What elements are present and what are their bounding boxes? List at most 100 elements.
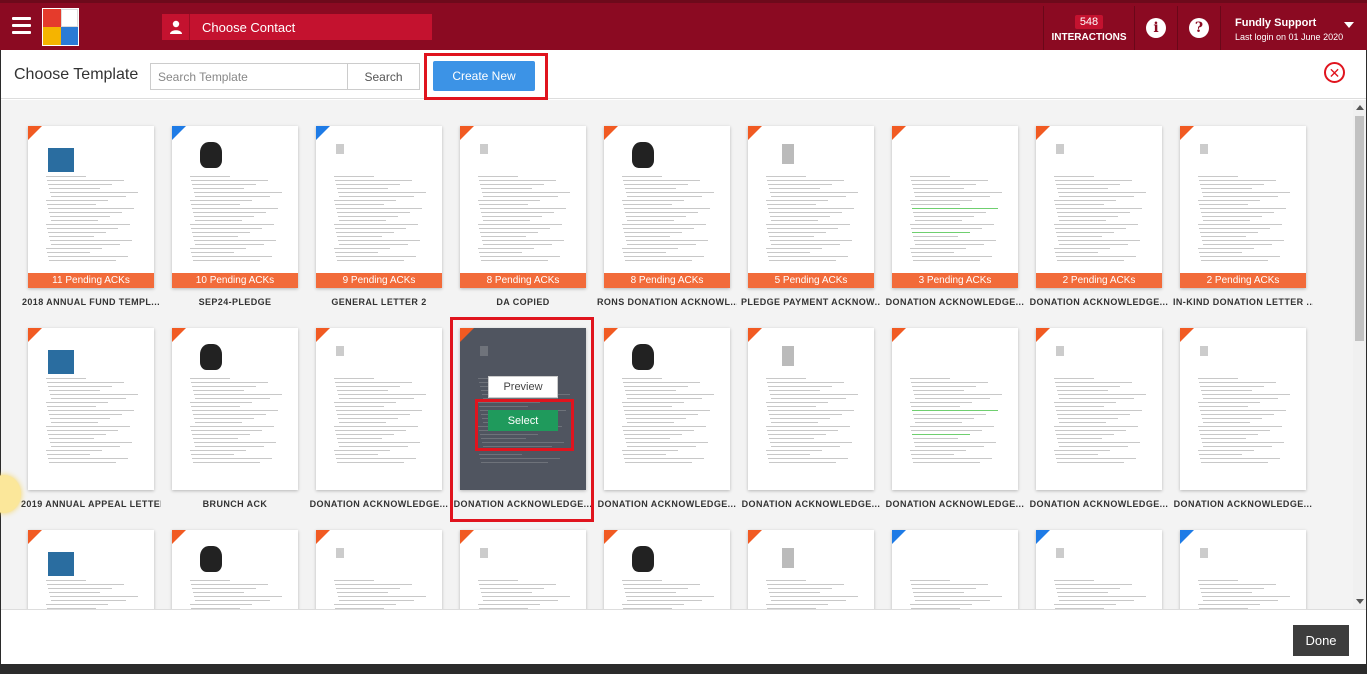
template-corner-flag <box>604 126 618 140</box>
template-thumbnail <box>1054 342 1146 472</box>
template-thumbnail <box>766 544 858 609</box>
template-thumbnail <box>910 544 1002 609</box>
template-thumbnail <box>1054 140 1146 270</box>
template-card[interactable]: 2 Pending ACKs <box>1036 126 1162 288</box>
template-card[interactable] <box>892 328 1018 490</box>
template-corner-flag <box>1036 328 1050 342</box>
template-title: DONATION ACKNOWLEDGE... <box>1029 499 1169 509</box>
pending-acks-badge: 8 Pending ACKs <box>460 273 586 288</box>
create-new-button[interactable]: Create New <box>433 61 535 91</box>
template-thumbnail <box>190 544 282 609</box>
template-card[interactable] <box>1036 530 1162 609</box>
template-corner-flag <box>316 328 330 342</box>
done-button[interactable]: Done <box>1293 625 1349 656</box>
template-card[interactable] <box>172 328 298 490</box>
pending-acks-badge: 2 Pending ACKs <box>1036 273 1162 288</box>
template-title: DONATION ACKNOWLEDGE... <box>1029 297 1169 307</box>
template-title: DONATION ACKNOWLEDGE... <box>741 499 881 509</box>
divider <box>1220 6 1221 50</box>
template-card[interactable] <box>28 530 154 609</box>
interactions-counter[interactable]: 548 INTERACTIONS <box>1049 12 1129 43</box>
chevron-down-icon[interactable] <box>1344 22 1354 28</box>
template-thumbnail <box>46 342 138 472</box>
search-template-input[interactable] <box>150 63 348 90</box>
template-thumbnail <box>46 544 138 609</box>
pending-acks-badge: 2 Pending ACKs <box>1180 273 1306 288</box>
page-title: Choose Template <box>14 66 139 83</box>
choose-template-modal: Choose Template Search Create New ✕ 11 P… <box>0 50 1366 664</box>
search-button[interactable]: Search <box>347 63 420 90</box>
template-card[interactable]: 9 Pending ACKs <box>316 126 442 288</box>
template-title: SEP24-PLEDGE <box>198 297 272 307</box>
template-card[interactable] <box>748 530 874 609</box>
template-card[interactable] <box>748 328 874 490</box>
template-corner-flag <box>748 530 762 544</box>
template-card[interactable] <box>892 530 1018 609</box>
select-button-highlight <box>475 399 574 451</box>
template-corner-flag <box>28 126 42 140</box>
template-card[interactable] <box>28 328 154 490</box>
template-card[interactable] <box>460 530 586 609</box>
pending-acks-badge: 10 Pending ACKs <box>172 273 298 288</box>
template-card[interactable] <box>1180 328 1306 490</box>
taskbar-strip <box>0 664 1367 674</box>
last-login-text: Last login on 01 June 2020 <box>1235 32 1344 42</box>
template-card[interactable] <box>604 328 730 490</box>
top-navbar: Choose Contact 548 INTERACTIONS i ? Fund… <box>0 0 1367 50</box>
template-corner-flag <box>172 530 186 544</box>
modal-footer: Done <box>1 609 1366 664</box>
app-logo[interactable] <box>42 8 79 46</box>
template-card[interactable] <box>316 530 442 609</box>
template-corner-flag <box>460 530 474 544</box>
template-corner-flag <box>892 126 906 140</box>
template-corner-flag <box>892 328 906 342</box>
template-corner-flag <box>748 328 762 342</box>
template-corner-flag <box>604 328 618 342</box>
template-card[interactable]: 2 Pending ACKs <box>1180 126 1306 288</box>
template-corner-flag <box>1036 126 1050 140</box>
scroll-down-icon[interactable] <box>1356 599 1364 604</box>
template-corner-flag <box>28 328 42 342</box>
template-thumbnail <box>478 544 570 609</box>
user-menu[interactable]: Fundly Support Last login on 01 June 202… <box>1235 17 1343 42</box>
template-thumbnail <box>1198 544 1290 609</box>
template-card[interactable] <box>1180 530 1306 609</box>
modal-header: Choose Template Search Create New ✕ <box>1 50 1366 100</box>
scroll-up-icon[interactable] <box>1356 105 1364 110</box>
template-card[interactable]: 8 Pending ACKs <box>460 126 586 288</box>
choose-contact-button[interactable]: Choose Contact <box>162 14 432 40</box>
template-card[interactable] <box>316 328 442 490</box>
scrollbar-thumb[interactable] <box>1355 116 1364 341</box>
template-card[interactable]: 11 Pending ACKs <box>28 126 154 288</box>
template-title: IN-KIND DONATION LETTER ... <box>1173 297 1313 307</box>
template-thumbnail <box>622 140 714 270</box>
template-thumbnail <box>1198 342 1290 472</box>
template-card[interactable]: 10 Pending ACKs <box>172 126 298 288</box>
pending-acks-badge: 11 Pending ACKs <box>28 273 154 288</box>
template-title: DONATION ACKNOWLEDGE... <box>885 499 1025 509</box>
template-corner-flag <box>172 126 186 140</box>
info-icon[interactable]: i <box>1146 18 1166 38</box>
template-thumbnail <box>334 140 426 270</box>
template-corner-flag <box>28 530 42 544</box>
template-title: DONATION ACKNOWLEDGE... <box>1173 499 1313 509</box>
template-corner-flag <box>892 530 906 544</box>
template-thumbnail <box>334 342 426 472</box>
template-title: GENERAL LETTER 2 <box>331 297 427 307</box>
template-card[interactable]: 5 Pending ACKs <box>748 126 874 288</box>
help-icon[interactable]: ? <box>1189 18 1209 38</box>
person-icon <box>162 14 190 40</box>
template-card[interactable]: 8 Pending ACKs <box>604 126 730 288</box>
template-card[interactable] <box>604 530 730 609</box>
template-card[interactable] <box>1036 328 1162 490</box>
hamburger-menu-icon[interactable] <box>12 17 31 34</box>
close-icon[interactable]: ✕ <box>1324 62 1345 83</box>
template-thumbnail <box>910 140 1002 270</box>
template-corner-flag <box>1036 530 1050 544</box>
vertical-scrollbar[interactable] <box>1353 100 1366 609</box>
template-card[interactable] <box>172 530 298 609</box>
template-corner-flag <box>1180 530 1194 544</box>
template-thumbnail <box>766 140 858 270</box>
template-title: RONS DONATION ACKNOWL... <box>597 297 737 307</box>
template-card[interactable]: 3 Pending ACKs <box>892 126 1018 288</box>
